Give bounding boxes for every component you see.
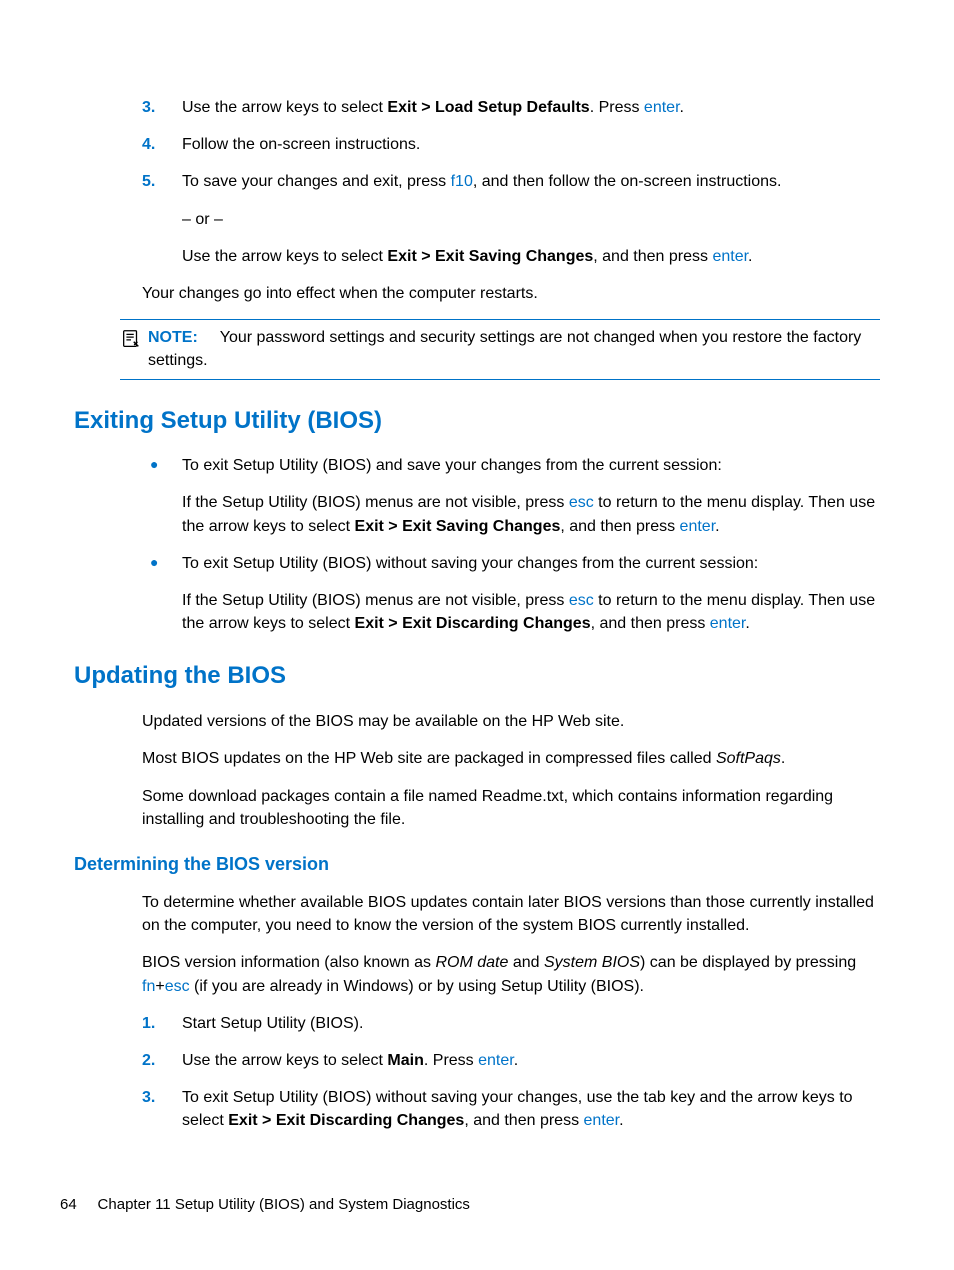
step-number: 2. [142,1049,182,1072]
text: and [508,954,544,971]
bullet-lead: To exit Setup Utility (BIOS) without sav… [182,552,880,575]
det-step-2: 2. Use the arrow keys to select Main. Pr… [142,1049,880,1072]
text: . [745,615,749,632]
step-body: Use the arrow keys to select Exit > Load… [182,96,880,119]
text: BIOS version information (also known as [142,954,435,971]
key-esc: esc [569,592,594,609]
step-body: Start Setup Utility (BIOS). [182,1012,880,1035]
text: If the Setup Utility (BIOS) menus are no… [182,592,569,609]
key-esc: esc [569,494,594,511]
text: , and then press [464,1112,583,1129]
menu-path: Exit > Load Setup Defaults [387,99,589,116]
text: To save your changes and exit, press [182,173,451,190]
exit-bullet-1: ● To exit Setup Utility (BIOS) and save … [142,454,880,538]
step-number: 1. [142,1012,182,1035]
key-enter: enter [644,99,680,116]
bullet-icon: ● [142,454,182,538]
bullet-lead: To exit Setup Utility (BIOS) and save yo… [182,454,880,477]
bullet-body: To exit Setup Utility (BIOS) and save yo… [182,454,880,538]
step-4: 4. Follow the on-screen instructions. [142,133,880,156]
text: . [680,99,684,116]
note-text: Your password settings and security sett… [148,329,861,369]
page-number: 64 [60,1196,77,1213]
step-body: Use the arrow keys to select Main. Press… [182,1049,880,1072]
step-body: To exit Setup Utility (BIOS) without sav… [182,1086,880,1132]
rom-date: ROM date [435,954,508,971]
bullet-icon: ● [142,552,182,636]
key-enter: enter [712,248,748,265]
text: . [781,750,785,767]
text: . Press [590,99,644,116]
or-separator: – or – [182,208,880,231]
key-enter: enter [584,1112,620,1129]
key-enter: enter [478,1052,514,1069]
bullet-detail: If the Setup Utility (BIOS) menus are no… [182,491,880,537]
note-box: NOTE: Your password settings and securit… [120,319,880,379]
step-number: 3. [142,1086,182,1132]
det-step-3: 3. To exit Setup Utility (BIOS) without … [142,1086,880,1132]
note-icon [120,326,148,372]
bullet-body: To exit Setup Utility (BIOS) without sav… [182,552,880,636]
text: Use the arrow keys to select [182,248,387,265]
menu-path: Exit > Exit Discarding Changes [228,1112,464,1129]
update-p2: Most BIOS updates on the HP Web site are… [142,747,880,770]
text: ) can be displayed by pressing [640,954,856,971]
text: , and then press [591,615,710,632]
text: . [619,1112,623,1129]
bullet-detail: If the Setup Utility (BIOS) menus are no… [182,589,880,635]
alt-instruction: Use the arrow keys to select Exit > Exit… [182,245,880,268]
key-fn: fn [142,978,155,995]
det-step-1: 1. Start Setup Utility (BIOS). [142,1012,880,1035]
plus: + [155,978,164,995]
exit-bullets: ● To exit Setup Utility (BIOS) and save … [142,454,880,635]
text: . [748,248,752,265]
exit-bullet-2: ● To exit Setup Utility (BIOS) without s… [142,552,880,636]
update-p3: Some download packages contain a file na… [142,785,880,831]
note-label: NOTE: [148,329,198,346]
text: Use the arrow keys to select [182,1052,387,1069]
restart-paragraph: Your changes go into effect when the com… [142,282,880,305]
heading-exiting: Exiting Setup Utility (BIOS) [74,404,880,439]
note-body: NOTE: Your password settings and securit… [148,326,880,372]
text: Use the arrow keys to select [182,99,387,116]
page-footer: 64 Chapter 11 Setup Utility (BIOS) and S… [60,1194,470,1216]
text: . [514,1052,518,1069]
step-body: To save your changes and exit, press f10… [182,170,880,268]
step-5: 5. To save your changes and exit, press … [142,170,880,268]
text: , and then follow the on-screen instruct… [473,173,782,190]
det-p1: To determine whether available BIOS upda… [142,891,880,937]
menu-path: Exit > Exit Saving Changes [355,518,561,535]
softpaqs: SoftPaqs [716,750,781,767]
document-page: 3. Use the arrow keys to select Exit > L… [0,0,954,1270]
key-f10: f10 [451,173,473,190]
key-enter: enter [680,518,716,535]
text: , and then press [560,518,679,535]
step-number: 4. [142,133,182,156]
key-esc: esc [165,978,190,995]
step-body: Follow the on-screen instructions. [182,133,880,156]
chapter-title: Chapter 11 Setup Utility (BIOS) and Syst… [98,1196,470,1213]
text: . Press [424,1052,478,1069]
step-number: 3. [142,96,182,119]
menu-main: Main [387,1052,423,1069]
det-steps: 1. Start Setup Utility (BIOS). 2. Use th… [142,1012,880,1133]
key-enter: enter [710,615,746,632]
menu-path: Exit > Exit Discarding Changes [355,615,591,632]
update-p1: Updated versions of the BIOS may be avai… [142,710,880,733]
heading-updating: Updating the BIOS [74,659,880,694]
step-3: 3. Use the arrow keys to select Exit > L… [142,96,880,119]
text: , and then press [593,248,712,265]
text: (if you are already in Windows) or by us… [190,978,644,995]
heading-determining: Determining the BIOS version [74,851,880,877]
text: If the Setup Utility (BIOS) menus are no… [182,494,569,511]
text: Most BIOS updates on the HP Web site are… [142,750,716,767]
system-bios: System BIOS [544,954,640,971]
det-p2: BIOS version information (also known as … [142,951,880,997]
menu-path: Exit > Exit Saving Changes [387,248,593,265]
text: . [715,518,719,535]
step-number: 5. [142,170,182,268]
ordered-list-top: 3. Use the arrow keys to select Exit > L… [142,96,880,268]
